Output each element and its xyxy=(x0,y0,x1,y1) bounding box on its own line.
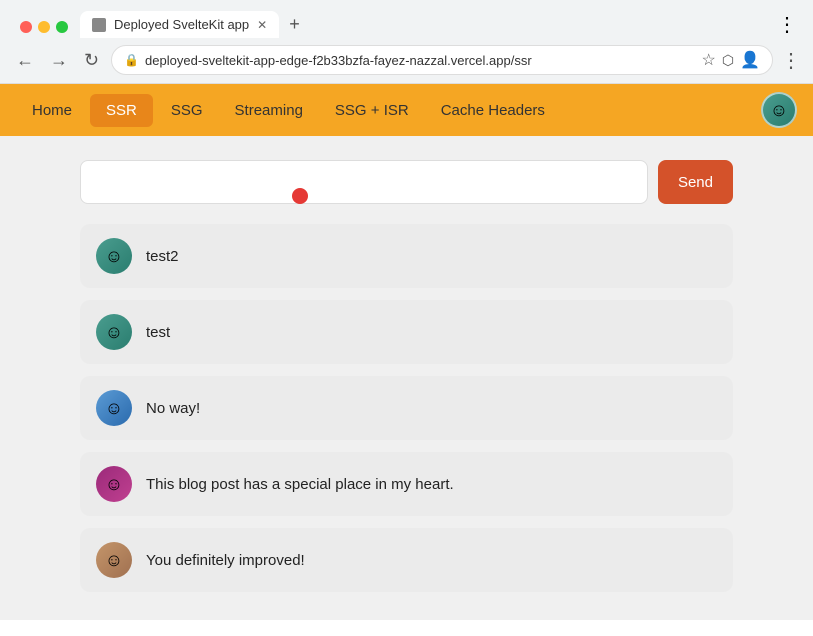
message-item: ☺ No way! xyxy=(80,376,733,440)
lock-icon: 🔒 xyxy=(124,53,139,67)
new-tab-button[interactable]: + xyxy=(279,8,310,41)
message-form: Send xyxy=(80,160,733,204)
user-avatar[interactable]: ☺ xyxy=(761,92,797,128)
profile-button[interactable]: 👤 xyxy=(740,50,760,70)
send-button[interactable]: Send xyxy=(658,160,733,204)
nav-ssg-isr[interactable]: SSG + ISR xyxy=(319,84,425,136)
message-text: You definitely improved! xyxy=(146,552,305,569)
browser-menu-right[interactable]: ⋮ xyxy=(769,8,805,41)
tab-title: Deployed SvelteKit app xyxy=(114,17,249,32)
close-button[interactable] xyxy=(20,21,32,33)
messages-list: ☺ test2 ☺ test ☺ No way! ☺ This blog pos… xyxy=(80,224,733,592)
nav-cache-headers[interactable]: Cache Headers xyxy=(425,84,561,136)
url-actions: ☆ ⬡ 👤 xyxy=(702,50,761,70)
message-item: ☺ You definitely improved! xyxy=(80,528,733,592)
message-text: test xyxy=(146,324,170,341)
nav-ssg[interactable]: SSG xyxy=(155,84,219,136)
message-avatar: ☺ xyxy=(96,542,132,578)
message-item: ☺ This blog post has a special place in … xyxy=(80,452,733,516)
forward-button[interactable]: → xyxy=(46,48,72,73)
url-bar[interactable]: 🔒 deployed-sveltekit-app-edge-f2b33bzfa-… xyxy=(111,45,773,75)
message-item: ☺ test2 xyxy=(80,224,733,288)
message-avatar: ☺ xyxy=(96,238,132,274)
app-nav: Home SSR SSG Streaming SSG + ISR Cache H… xyxy=(0,84,813,136)
back-button[interactable]: ← xyxy=(12,48,38,73)
cast-button[interactable]: ⬡ xyxy=(722,50,734,70)
minimize-button[interactable] xyxy=(38,21,50,33)
message-input[interactable] xyxy=(80,160,648,204)
refresh-button[interactable]: ↻ xyxy=(80,48,103,73)
maximize-button[interactable] xyxy=(56,21,68,33)
browser-tab[interactable]: Deployed SvelteKit app ✕ xyxy=(80,11,279,38)
nav-ssr[interactable]: SSR xyxy=(90,94,153,127)
tab-close-button[interactable]: ✕ xyxy=(257,18,267,32)
nav-streaming[interactable]: Streaming xyxy=(219,84,319,136)
message-text: This blog post has a special place in my… xyxy=(146,476,454,493)
message-text: No way! xyxy=(146,400,200,417)
browser-chrome: Deployed SvelteKit app ✕ + ⋮ ← → ↻ 🔒 dep… xyxy=(0,0,813,84)
traffic-lights xyxy=(8,13,80,37)
main-content: Send ☺ test2 ☺ test ☺ No way! ☺ This blo… xyxy=(0,136,813,620)
address-bar: ← → ↻ 🔒 deployed-sveltekit-app-edge-f2b3… xyxy=(0,41,813,83)
message-text: test2 xyxy=(146,248,179,265)
message-item: ☺ test xyxy=(80,300,733,364)
url-text: deployed-sveltekit-app-edge-f2b33bzfa-fa… xyxy=(145,53,695,68)
browser-settings-button[interactable]: ⋮ xyxy=(781,48,801,73)
bookmark-button[interactable]: ☆ xyxy=(702,50,716,70)
message-avatar: ☺ xyxy=(96,390,132,426)
message-avatar: ☺ xyxy=(96,314,132,350)
nav-home[interactable]: Home xyxy=(16,84,88,136)
tab-favicon xyxy=(92,18,106,32)
message-avatar: ☺ xyxy=(96,466,132,502)
